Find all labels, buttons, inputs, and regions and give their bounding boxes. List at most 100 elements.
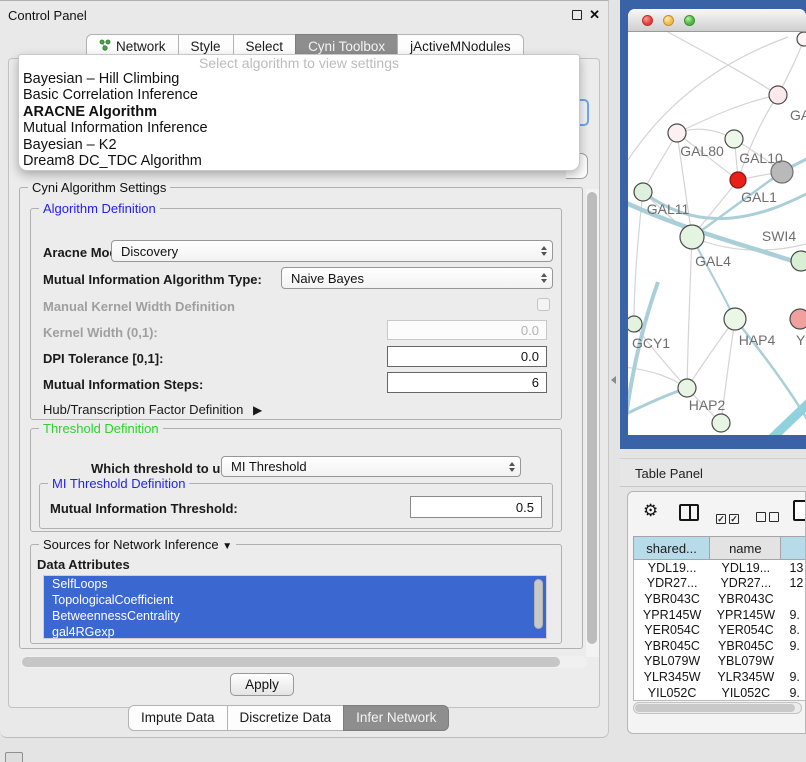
scrollbar-thumb[interactable] [587,192,597,644]
table-row[interactable]: YPR145W YPR145W 9. [634,607,806,623]
mi-steps-input[interactable]: 6 [387,372,547,393]
node-gal10[interactable] [725,130,743,148]
node[interactable] [769,86,787,104]
mi-threshold-group-title: MI Threshold Definition [48,476,189,491]
document-icon[interactable] [793,500,806,521]
table-row[interactable]: YLR345W YLR345W 9. [634,669,806,685]
node-hap4[interactable] [724,308,746,330]
close-traffic-light-icon[interactable] [642,15,653,26]
table-row[interactable]: YBR045C YBR045C 9. [634,638,806,654]
tab-infer-network[interactable]: Infer Network [343,705,449,731]
table-body: YDL19... YDL19... 13 YDR27... YDR27... 1… [633,560,806,701]
manual-kernel-label: Manual Kernel Width Definition [43,299,235,314]
mi-threshold-label: Mutual Information Threshold: [50,501,238,516]
table-row[interactable]: YIL052C YIL052C 9. [634,685,806,701]
list-item[interactable]: gal4RGexp [44,624,546,639]
node-hap2[interactable] [678,379,696,397]
node[interactable] [791,251,806,271]
tab-network-label: Network [116,39,166,54]
node-label: GAL4 [695,253,731,269]
node-gal4[interactable] [680,225,704,249]
table-horizontal-scrollbar[interactable] [633,702,802,714]
table-panel-title: Table Panel [635,466,703,481]
node-gal1-red[interactable] [730,172,746,188]
list-scrollbar[interactable] [534,579,543,629]
network-window-titlebar[interactable] [628,9,806,32]
settings-horizontal-scrollbar[interactable] [21,656,587,668]
data-attributes-label: Data Attributes [37,557,130,572]
minimize-traffic-light-icon[interactable] [663,15,674,26]
cyni-algorithm-settings-group: Cyni Algorithm Settings Algorithm Defini… [19,187,583,649]
kernel-width-input[interactable]: 0.0 [387,320,547,340]
menu-item[interactable]: Basic Correlation Inference [19,87,579,103]
algorithm-definition-title: Algorithm Definition [39,201,160,216]
collapse-down-icon[interactable]: ▼ [222,541,232,552]
kernel-width-label: Kernel Width (0,1): [43,325,158,340]
table-panel-header: Table Panel [620,458,806,487]
node-gcy1[interactable] [628,316,642,332]
column-header-name[interactable]: name [710,537,781,559]
node-salmon[interactable] [790,309,806,329]
node[interactable] [797,32,806,46]
data-attributes-list: SelfLoops TopologicalCoefficient Between… [43,575,547,639]
network-icon [99,39,111,54]
network-view-window: GAL GAL80 GAL10 GAL1 GAL11 SWI4 GAL4 GCY… [628,9,806,435]
network-canvas[interactable]: GAL GAL80 GAL10 GAL1 GAL11 SWI4 GAL4 GCY… [628,32,806,435]
mi-algorithm-type-select[interactable]: Naive Bayes [281,267,553,289]
splitter-collapse-icon[interactable] [611,376,616,384]
tab-discretize-data[interactable]: Discretize Data [227,705,345,731]
list-item[interactable]: TopologicalCoefficient [44,592,546,608]
gear-icon[interactable]: ⚙ [643,501,658,521]
dpi-tolerance-input[interactable]: 0.0 [387,346,547,367]
node-label: GAL [790,107,806,123]
node-gal11[interactable] [634,183,652,201]
hub-definition-toggle[interactable]: Hub/Transcription Factor Definition ▶ [43,402,262,417]
unchecked-pair-icon[interactable] [756,509,782,527]
menu-item-selected[interactable]: ARACNE Algorithm [19,104,579,120]
list-item[interactable]: BetweennessCentrality [44,608,546,624]
mi-threshold-input[interactable]: 0.5 [410,496,542,518]
node-label: GAL1 [741,189,777,205]
column-header-shared[interactable]: shared... [634,537,710,559]
menu-item[interactable]: Mutual Information Inference [19,120,579,136]
which-threshold-select[interactable]: MI Threshold [221,456,521,477]
network-view-frame: GAL GAL80 GAL10 GAL1 GAL11 SWI4 GAL4 GCY… [620,0,806,449]
apply-button[interactable]: Apply [230,673,294,696]
control-panel-window: Control Panel ✕ Network Style [0,0,609,738]
close-icon[interactable]: ✕ [589,7,600,23]
minimized-panel-icon[interactable] [5,752,23,762]
settings-vertical-scrollbar[interactable] [586,189,599,657]
sources-group-title[interactable]: Sources for Network Inference ▼ [39,537,236,552]
scrollbar-thumb[interactable] [635,704,795,712]
scrollbar-thumb[interactable] [22,657,560,667]
node-table: shared... name YDL19... YDL19... 13 YDR2… [633,536,806,701]
menu-item[interactable]: Dream8 DC_TDC Algorithm [19,153,579,169]
zoom-traffic-light-icon[interactable] [684,15,695,26]
table-row[interactable]: YDR27... YDR27... 12 [634,576,806,592]
sources-group: Sources for Network Inference ▼ Data Att… [30,544,562,644]
table-panel-window: ⚙ ✓✓ shared... name YDL19... YDL19... 13 [627,491,806,734]
table-row[interactable]: YER054C YER054C 8. [634,622,806,638]
checked-pair-icon[interactable]: ✓✓ [716,509,742,527]
column-header-clipped[interactable] [781,537,806,559]
menu-item[interactable]: Bayesian – Hill Climbing [19,71,579,87]
table-row[interactable]: YBL079W YBL079W [634,654,806,670]
mi-threshold-group: MI Threshold Definition Mutual Informati… [39,483,553,529]
node[interactable] [712,414,730,432]
table-row[interactable]: YBR043C YBR043C [634,591,806,607]
aracne-mode-select[interactable]: Discovery [111,240,553,262]
node-gal80[interactable] [668,124,686,142]
node-label: HAP4 [739,332,776,348]
mi-type-label: Mutual Information Algorithm Type: [43,272,262,287]
node-label: Y [796,332,806,348]
algorithm-dropdown-popup: Select algorithm to view settings Bayesi… [18,54,580,171]
menu-item[interactable]: Bayesian – K2 [19,137,579,153]
list-item[interactable]: SelfLoops [44,576,546,592]
bottom-tab-bar: Impute Data Discretize Data Infer Networ… [128,705,449,731]
table-row[interactable]: YDL19... YDL19... 13 [634,560,806,576]
float-window-icon[interactable] [572,10,582,20]
tab-impute-data[interactable]: Impute Data [128,705,228,731]
manual-kernel-checkbox[interactable] [537,298,550,311]
expand-right-icon[interactable]: ▶ [253,403,262,417]
columns-icon[interactable] [679,504,699,521]
